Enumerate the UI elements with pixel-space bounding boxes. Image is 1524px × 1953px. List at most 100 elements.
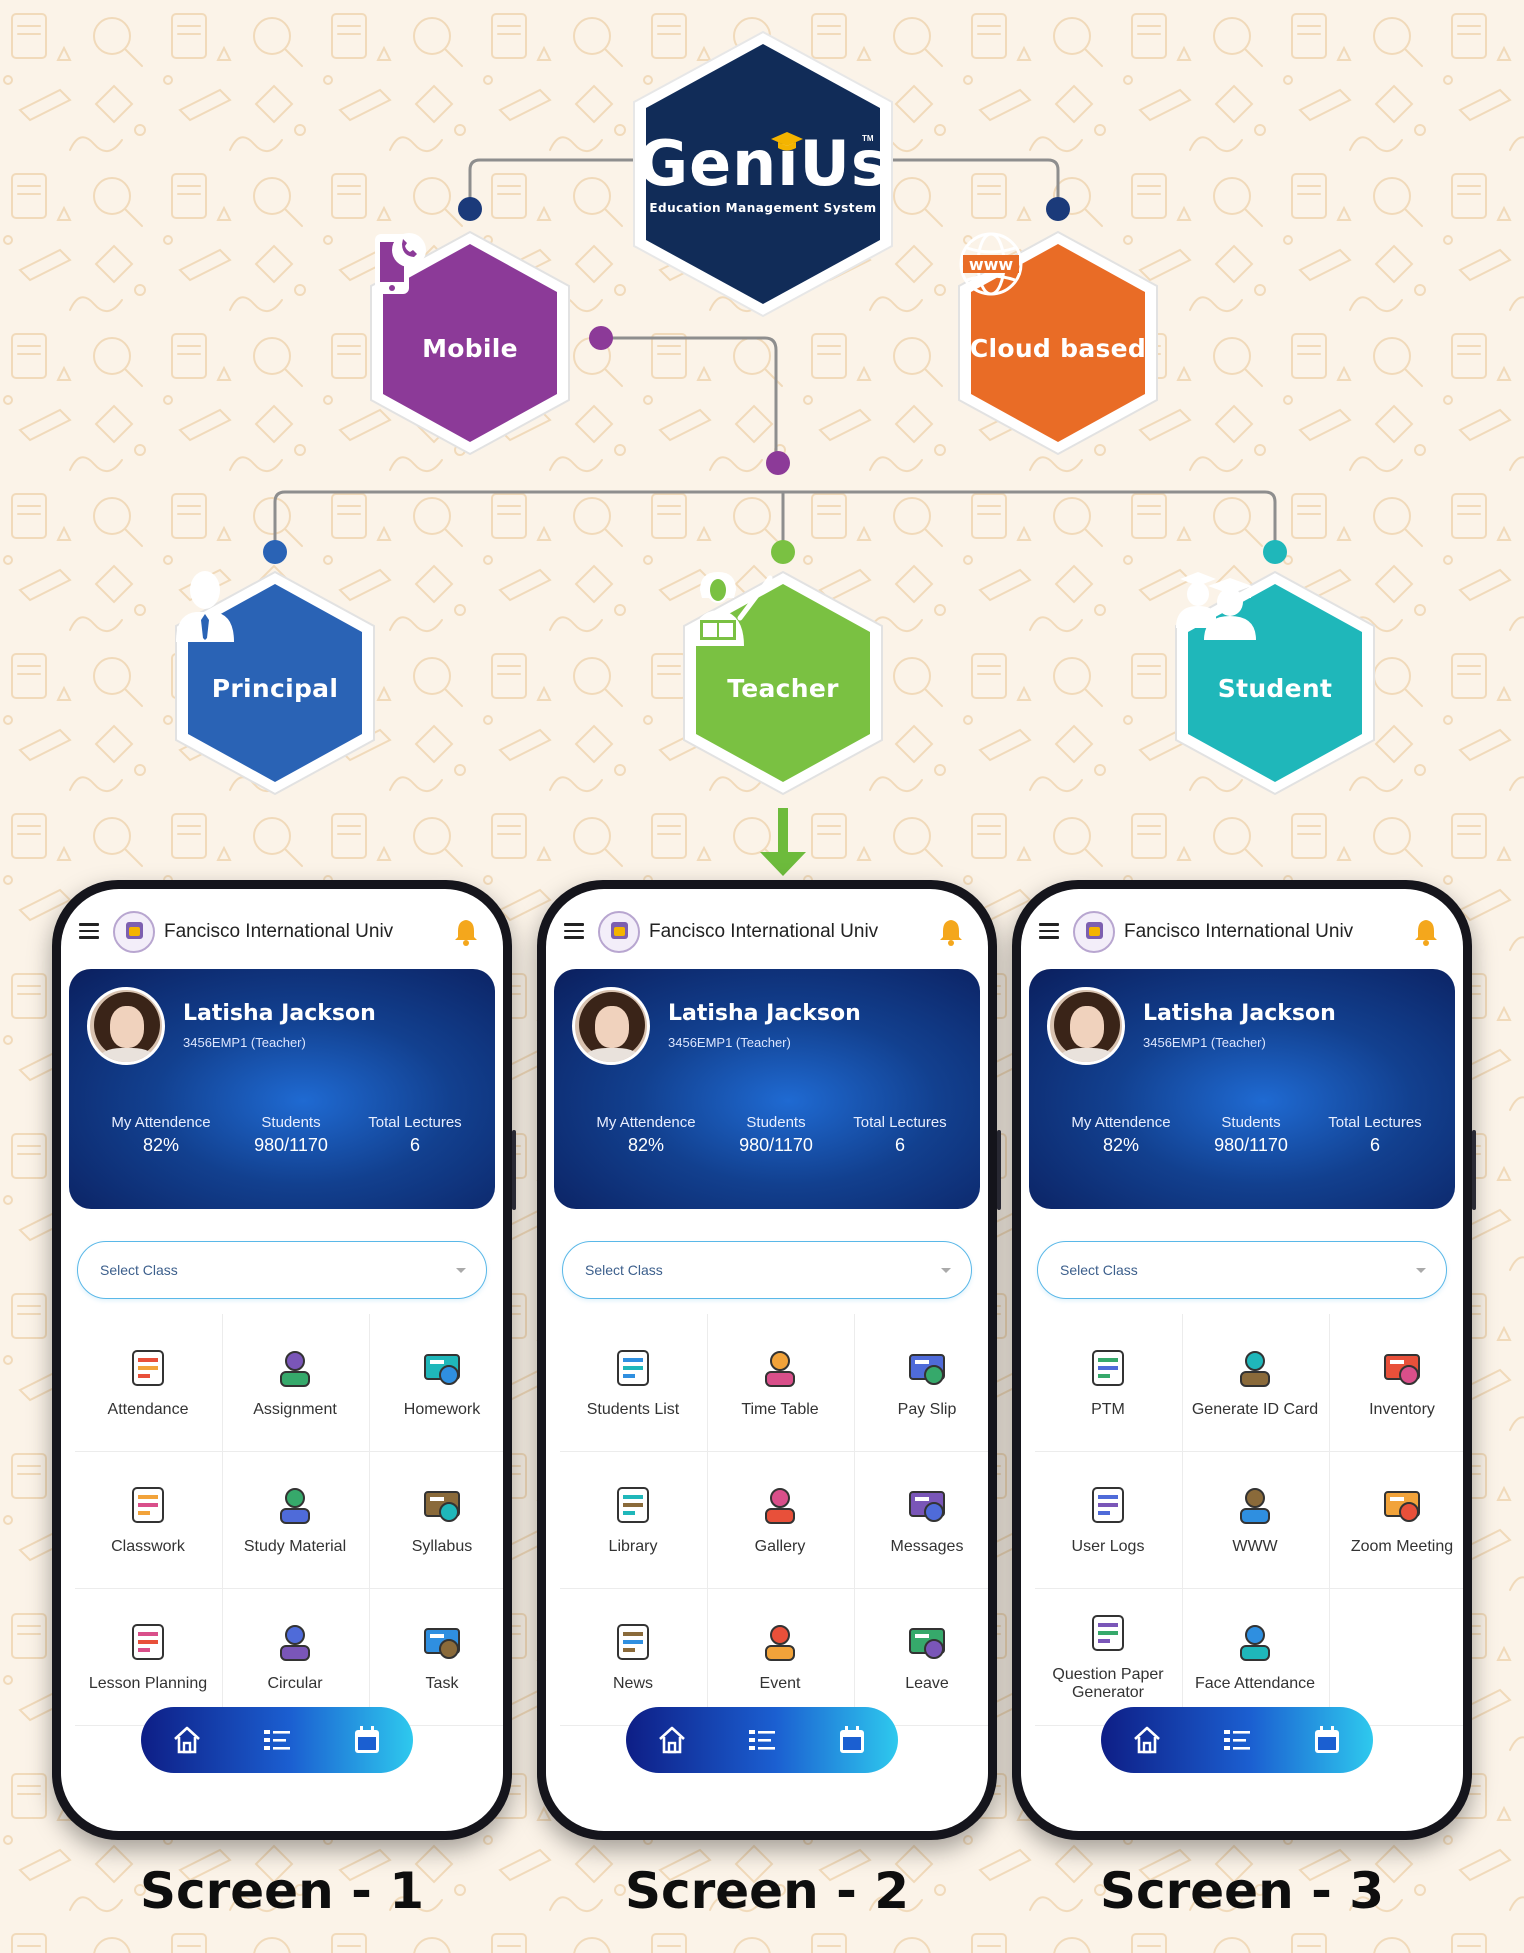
notification-bell-icon[interactable] xyxy=(1413,918,1439,946)
teacher-pointer-icon xyxy=(692,572,773,646)
leave-icon xyxy=(904,1619,950,1665)
menu-item-event[interactable]: Event xyxy=(707,1588,853,1724)
teacher-id: 3456EMP1 (Teacher) xyxy=(668,1035,791,1050)
calendar-icon[interactable] xyxy=(836,1724,868,1756)
time-table-icon xyxy=(757,1345,803,1391)
list-icon[interactable] xyxy=(746,1724,778,1756)
cloud-label: Cloud based xyxy=(969,333,1147,363)
app-screen: Fancisco International Univ Latisha Jack… xyxy=(1021,889,1463,1831)
circular-icon xyxy=(272,1619,318,1665)
phone-call-icon xyxy=(375,233,426,294)
menu-item-label: Event xyxy=(759,1674,801,1692)
teacher-profile-card: Latisha Jackson 3456EMP1 (Teacher) My At… xyxy=(1029,969,1455,1209)
menu-item-ptm[interactable]: PTM xyxy=(1035,1314,1181,1450)
list-icon[interactable] xyxy=(261,1724,293,1756)
stat-label: Students xyxy=(746,1114,806,1131)
notification-bell-icon[interactable] xyxy=(453,918,479,946)
cloud-platform-node[interactable]: www Cloud based xyxy=(955,228,1161,458)
menu-item-students-list[interactable]: Students List xyxy=(560,1314,706,1450)
menu-item-label: User Logs xyxy=(1071,1537,1145,1555)
phone-mockup-3: Fancisco International Univ Latisha Jack… xyxy=(1012,880,1476,1840)
attendance-icon xyxy=(125,1345,171,1391)
menu-item-gallery[interactable]: Gallery xyxy=(707,1451,853,1587)
menu-item-label: Library xyxy=(608,1537,658,1555)
menu-item-time-table[interactable]: Time Table xyxy=(707,1314,853,1450)
menu-item-label: WWW xyxy=(1232,1537,1278,1555)
menu-item-pay-slip[interactable]: Pay Slip xyxy=(854,1314,988,1450)
stat-students: Students 980/1170 xyxy=(706,1114,846,1156)
face-attendance-icon xyxy=(1232,1619,1278,1665)
school-logo xyxy=(1073,911,1115,953)
menu-item-label: Gallery xyxy=(754,1537,806,1555)
menu-item-library[interactable]: Library xyxy=(560,1451,706,1587)
phone-mockup-1: Fancisco International Univ Latisha Jack… xyxy=(52,880,516,1840)
menu-item-messages[interactable]: Messages xyxy=(854,1451,988,1587)
school-logo xyxy=(113,911,155,953)
home-icon[interactable] xyxy=(1131,1724,1163,1756)
student-label: Student xyxy=(1217,673,1333,703)
lesson-planning-icon xyxy=(125,1619,171,1665)
menu-item-circular[interactable]: Circular xyxy=(222,1588,368,1724)
menu-item-syllabus[interactable]: Syllabus xyxy=(369,1451,503,1587)
mobile-platform-node[interactable]: Mobile xyxy=(367,228,573,458)
menu-item-task[interactable]: Task xyxy=(369,1588,503,1724)
menu-item-user-logs[interactable]: User Logs xyxy=(1035,1451,1181,1587)
menu-item-study-material[interactable]: Study Material xyxy=(222,1451,368,1587)
genius-logo-hexagon: GeniUs Education Management System TM xyxy=(630,28,896,320)
app-header: Fancisco International Univ xyxy=(1021,889,1463,955)
menu-item-generate-id-card[interactable]: Generate ID Card xyxy=(1182,1314,1328,1450)
hamburger-menu-icon[interactable] xyxy=(79,923,99,943)
hamburger-menu-icon[interactable] xyxy=(1039,923,1059,943)
university-name: Fancisco International Univ xyxy=(1124,921,1354,942)
menu-item-label: Leave xyxy=(905,1674,949,1692)
menu-item-classwork[interactable]: Classwork xyxy=(75,1451,221,1587)
app-screen: Fancisco International Univ Latisha Jack… xyxy=(61,889,503,1831)
menu-item-question-paper-generator[interactable]: Question Paper Generator xyxy=(1035,1588,1181,1724)
menu-item-label: Face Attendance xyxy=(1194,1674,1316,1692)
select-class-dropdown[interactable]: Select Class xyxy=(562,1241,972,1299)
menu-item-news[interactable]: News xyxy=(560,1588,706,1724)
calendar-icon[interactable] xyxy=(351,1724,383,1756)
menu-item-attendance[interactable]: Attendance xyxy=(75,1314,221,1450)
calendar-icon[interactable] xyxy=(1311,1724,1343,1756)
mobile-label: Mobile xyxy=(422,333,518,363)
gallery-icon xyxy=(757,1482,803,1528)
menu-item-lesson-planning[interactable]: Lesson Planning xyxy=(75,1588,221,1724)
classwork-icon xyxy=(125,1482,171,1528)
teacher-role-node[interactable]: Teacher xyxy=(680,568,886,798)
stat-value: 82% xyxy=(1102,1135,1140,1155)
menu-item-label: Classwork xyxy=(111,1537,185,1555)
hamburger-menu-icon[interactable] xyxy=(564,923,584,943)
notification-bell-icon[interactable] xyxy=(938,918,964,946)
menu-item-leave[interactable]: Leave xyxy=(854,1588,988,1724)
students-graduates-icon xyxy=(1176,572,1256,640)
chevron-down-icon xyxy=(941,1268,951,1273)
menu-item-assignment[interactable]: Assignment xyxy=(222,1314,368,1450)
select-class-dropdown[interactable]: Select Class xyxy=(1037,1241,1447,1299)
menu-item-face-attendance[interactable]: Face Attendance xyxy=(1182,1588,1328,1724)
principal-role-node[interactable]: Principal xyxy=(172,568,378,798)
logo-tagline: Education Management System xyxy=(649,201,877,215)
home-icon[interactable] xyxy=(171,1724,203,1756)
teacher-name: Latisha Jackson xyxy=(183,1001,376,1026)
select-class-dropdown[interactable]: Select Class xyxy=(77,1241,487,1299)
syllabus-icon xyxy=(419,1482,465,1528)
globe-www-icon: www xyxy=(959,232,1023,296)
list-icon[interactable] xyxy=(1221,1724,1253,1756)
stat-label: Students xyxy=(1221,1114,1281,1131)
app-screen: Fancisco International Univ Latisha Jack… xyxy=(546,889,988,1831)
menu-item-www[interactable]: WWW xyxy=(1182,1451,1328,1587)
menu-item-zoom-meeting[interactable]: Zoom Meeting xyxy=(1329,1451,1463,1587)
stat-value: 82% xyxy=(627,1135,665,1155)
student-role-node[interactable]: Student xyxy=(1172,568,1378,798)
menu-item-homework[interactable]: Homework xyxy=(369,1314,503,1450)
homework-icon xyxy=(419,1345,465,1391)
menu-item-label: Syllabus xyxy=(411,1537,473,1555)
avatar xyxy=(572,987,650,1065)
menu-item-inventory[interactable]: Inventory xyxy=(1329,1314,1463,1450)
stat-value: 6 xyxy=(894,1135,905,1155)
teacher-label: Teacher xyxy=(727,673,839,703)
logo-title: GeniUs xyxy=(637,127,889,200)
home-icon[interactable] xyxy=(656,1724,688,1756)
menu-item-label: Pay Slip xyxy=(897,1400,957,1418)
